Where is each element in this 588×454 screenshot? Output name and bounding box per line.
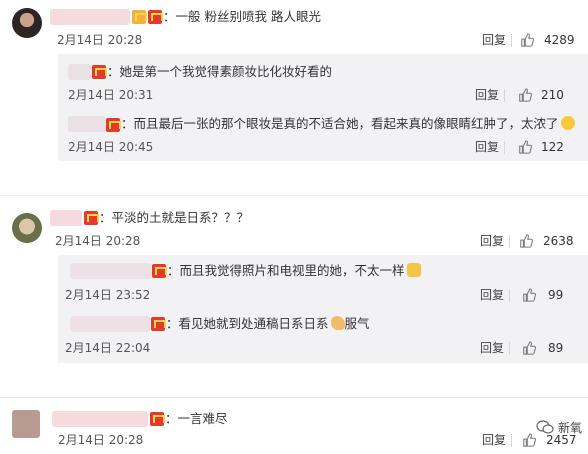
comment-text: ：一般 粉丝别喷我 路人眼光 (163, 9, 321, 24)
comment-date: 2月14日 20:28 (57, 33, 143, 47)
reply-button[interactable]: 回复 (482, 432, 506, 448)
comment-date: 2月14日 20:28 (55, 234, 141, 248)
like-count: 122 (541, 140, 564, 154)
wechat-logo-icon (536, 420, 554, 434)
watermark: 新氧 (536, 419, 582, 436)
thumbs-up-icon[interactable] (519, 234, 533, 248)
like-count: 89 (548, 341, 564, 355)
reply-date: 2月14日 22:04 (65, 341, 151, 355)
reply-text: ：而且我觉得照片和电视里的她，不太一样 (167, 263, 421, 279)
thumbs-up-icon[interactable] (520, 33, 534, 47)
username-blurred[interactable] (50, 210, 82, 226)
vip-crown-badge-icon (84, 211, 99, 225)
reply-text: ：看见她就到处通稿日系日系 服气 (166, 316, 370, 331)
thumbs-up-icon[interactable] (522, 433, 536, 447)
separator (509, 235, 510, 248)
username-blurred[interactable] (70, 316, 150, 332)
username-blurred[interactable] (70, 263, 152, 279)
comment-text: ：平淡的土就是日系？？？ (99, 210, 250, 225)
sweating-emoji-icon (406, 263, 421, 277)
comment-date: 2月14日 20:28 (58, 433, 144, 447)
reply-button[interactable]: 回复 (480, 340, 504, 356)
vip-crown-badge-icon (151, 317, 166, 331)
divider (0, 195, 588, 196)
comment-text: ：一言难尽 (165, 411, 228, 426)
separator (504, 89, 505, 102)
like-count: 4289 (544, 33, 575, 47)
thumbs-up-icon[interactable] (518, 140, 532, 154)
thumbs-up-icon[interactable] (522, 288, 536, 302)
avatar[interactable] (12, 213, 42, 243)
reply-date: 2月14日 20:31 (68, 88, 154, 102)
separator (504, 141, 505, 154)
reply-button[interactable]: 回复 (475, 87, 499, 103)
vip-crown-badge-icon (150, 412, 165, 426)
like-count: 99 (548, 288, 564, 302)
avatar[interactable] (12, 8, 42, 38)
teary-laugh-emoji-icon (560, 116, 575, 130)
divider (0, 397, 588, 398)
thumbs-up-icon[interactable] (518, 88, 532, 102)
vip-crown-badge-icon (152, 264, 167, 278)
watermark-text: 新氧 (557, 421, 582, 435)
reply-button[interactable]: 回复 (482, 32, 506, 48)
thumbs-up-icon[interactable] (522, 341, 536, 355)
separator (511, 34, 512, 47)
reply-date: 2月14日 23:52 (65, 288, 151, 302)
vip-crown-badge-icon (106, 118, 121, 132)
username-blurred[interactable] (50, 9, 130, 25)
username-blurred[interactable] (68, 116, 106, 132)
vip-crown-badge-icon (148, 10, 163, 24)
reply-date: 2月14日 20:45 (68, 140, 154, 154)
vip-crown-badge-icon (132, 10, 147, 24)
reply-button[interactable]: 回复 (475, 139, 499, 155)
separator (511, 434, 512, 447)
reply-text: ：她是第一个我觉得素颜妆比化妆好看的 (107, 64, 333, 79)
flex-arm-emoji-icon (330, 316, 345, 330)
username-blurred[interactable] (52, 411, 148, 427)
separator (509, 289, 510, 302)
vip-crown-badge-icon (92, 65, 107, 79)
reply-button[interactable]: 回复 (480, 287, 504, 303)
separator (509, 342, 510, 355)
reply-button[interactable]: 回复 (480, 233, 504, 249)
username-blurred[interactable] (68, 64, 92, 80)
like-count: 2638 (543, 234, 574, 248)
reply-text: ：而且最后一张的那个眼妆是真的不适合她，看起来真的像眼睛红肿了，太浓了 (121, 116, 575, 132)
like-count: 210 (541, 88, 564, 102)
avatar[interactable] (12, 410, 40, 438)
